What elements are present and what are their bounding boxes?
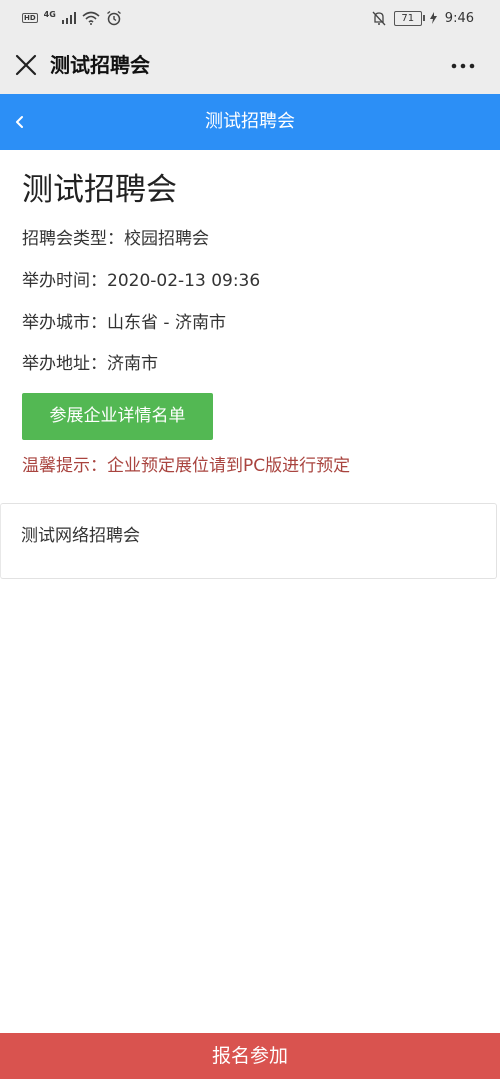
- fair-detail: 测试招聘会 招聘会类型：校园招聘会 举办时间：2020-02-13 09:36 …: [22, 170, 482, 476]
- network-label: 4G: [43, 9, 56, 19]
- fair-type: 招聘会类型：校园招聘会: [22, 229, 209, 249]
- header-title: 测试招聘会: [205, 111, 295, 132]
- signal-icon: [61, 12, 76, 24]
- wechat-page-title: 测试招聘会: [50, 53, 150, 77]
- status-right-group: 71 9:46: [372, 9, 474, 27]
- fair-address: 举办地址：济南市: [22, 354, 158, 374]
- fair-city: 举办城市：山东省 - 济南市: [22, 313, 226, 333]
- online-fair-card[interactable]: 测试网络招聘会: [0, 503, 497, 579]
- clock: 9:46: [444, 10, 474, 26]
- battery-indicator: 71: [393, 10, 425, 26]
- booking-tip: 温馨提示：企业预定展位请到PC版进行预定: [22, 456, 351, 476]
- register-button[interactable]: 报名参加: [0, 1033, 500, 1079]
- wifi-icon: [82, 11, 100, 25]
- fair-title: 测试招聘会: [22, 172, 177, 208]
- phone-screen: HD 4G 71 9:46 测试招聘会 测试招聘会 测试招聘会 招聘会类型：校园…: [0, 0, 500, 1079]
- fair-time: 举办时间：2020-02-13 09:36: [22, 271, 261, 291]
- chevron-left-icon[interactable]: [10, 108, 34, 136]
- mute-bell-icon: [372, 11, 386, 25]
- alarm-icon: [106, 10, 121, 26]
- online-fair-card-title: 测试网络招聘会: [21, 526, 140, 546]
- wechat-title-bar: 测试招聘会: [0, 36, 500, 94]
- hd-badge: HD: [22, 13, 38, 23]
- page-header: 测试招聘会: [0, 94, 500, 150]
- status-left-group: HD 4G: [22, 9, 122, 27]
- close-icon[interactable]: [14, 53, 38, 77]
- status-bar: HD 4G 71 9:46: [0, 0, 500, 36]
- charging-icon: [429, 12, 437, 24]
- more-icon[interactable]: [450, 56, 476, 76]
- companies-list-button[interactable]: 参展企业详情名单: [22, 393, 213, 440]
